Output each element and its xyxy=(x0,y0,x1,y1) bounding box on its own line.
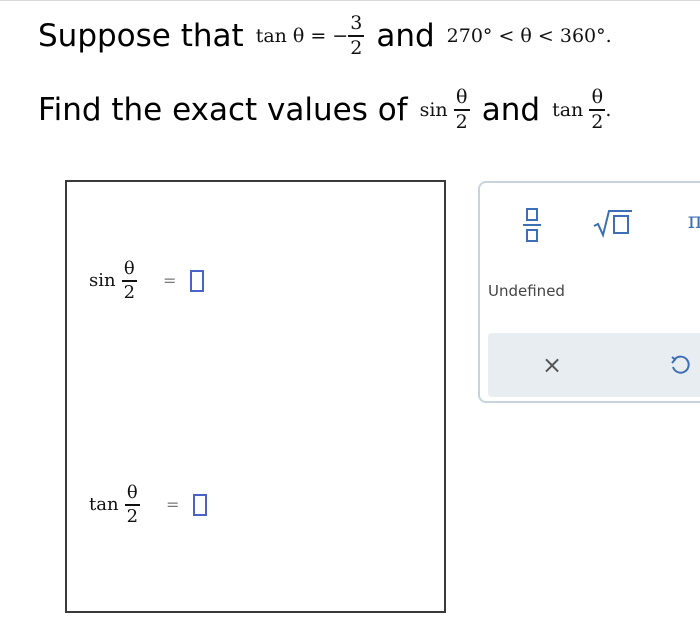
fraction-denominator: 2 xyxy=(123,281,136,303)
fraction-numerator: θ xyxy=(455,86,468,109)
undo-button[interactable] xyxy=(664,349,696,381)
tan-label: tan xyxy=(89,494,119,516)
fraction-denominator: 2 xyxy=(126,505,139,527)
fraction-icon xyxy=(526,208,538,221)
fraction-numerator: θ xyxy=(126,482,138,503)
fraction-button[interactable] xyxy=(518,203,546,247)
equals-sign: = xyxy=(163,271,177,291)
top-divider xyxy=(0,0,700,1)
pi-icon: π xyxy=(687,208,700,234)
period: . xyxy=(605,99,612,121)
sin-function: sin xyxy=(419,99,448,121)
fraction-three-halves: 3 2 xyxy=(348,12,365,59)
question-line-2: Find the exact values of sin θ 2 and tan… xyxy=(38,78,611,142)
answer-fraction: θ 2 xyxy=(121,258,138,303)
math-palette: π Undefined × xyxy=(478,181,700,403)
and-text: and xyxy=(376,18,435,54)
sin-label: sin xyxy=(89,270,116,292)
tan-answer-input[interactable] xyxy=(193,493,208,516)
undefined-button[interactable]: Undefined xyxy=(488,279,565,303)
undefined-label: Undefined xyxy=(488,282,565,300)
action-bar: × xyxy=(488,333,700,397)
undo-icon xyxy=(671,355,690,374)
tan-function: tan xyxy=(255,25,287,47)
theta-range: 270° < θ < 360°. xyxy=(446,25,612,47)
fraction-theta-over-2: θ 2 xyxy=(453,86,470,133)
tan-function-2: tan xyxy=(552,99,584,121)
fraction-numerator: θ xyxy=(123,258,135,279)
square-root-button[interactable] xyxy=(592,203,634,243)
fraction-denominator: 2 xyxy=(455,110,468,133)
fraction-denominator: 2 xyxy=(591,110,604,133)
question-line-1: Suppose that tan θ = − 3 2 and 270° < θ … xyxy=(38,8,612,64)
equals-sign: = xyxy=(166,495,180,515)
fraction-denominator: 2 xyxy=(350,36,363,59)
answer-box: sin θ 2 = tan θ 2 = xyxy=(65,180,446,613)
question-find-text: Find the exact values of xyxy=(38,92,408,128)
fraction-theta-over-2b: θ 2 xyxy=(589,86,606,133)
answer-fraction: θ 2 xyxy=(124,482,141,527)
clear-button[interactable]: × xyxy=(536,349,568,381)
fraction-numerator: 3 xyxy=(350,12,363,35)
answer-row-sin: sin θ 2 = xyxy=(89,258,205,303)
and-text-2: and xyxy=(481,92,541,128)
answer-row-tan: tan θ 2 = xyxy=(89,482,208,527)
question-lead: Suppose that xyxy=(38,18,244,54)
fraction-numerator: θ xyxy=(591,86,604,109)
sin-answer-input[interactable] xyxy=(190,269,205,292)
theta-symbol: θ xyxy=(292,25,305,47)
equals-negative: = − xyxy=(310,25,349,47)
pi-button[interactable]: π xyxy=(684,201,700,241)
square-root-icon xyxy=(593,210,632,238)
clear-icon: × xyxy=(541,351,563,379)
